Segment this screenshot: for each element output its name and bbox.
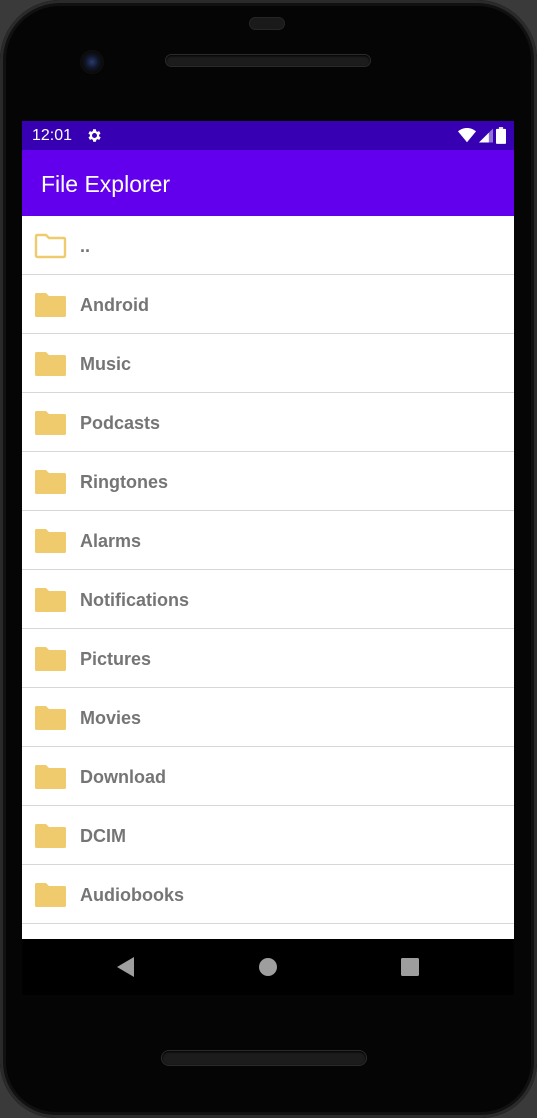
list-item[interactable]: Download — [22, 747, 514, 806]
folder-icon — [35, 352, 66, 376]
list-item-label: Download — [80, 767, 166, 787]
list-item-label: .. — [80, 236, 91, 256]
navigation-bar — [22, 939, 514, 995]
list-item[interactable]: Movies — [22, 688, 514, 747]
list-item[interactable]: Podcasts — [22, 393, 514, 452]
status-time: 12:01 — [32, 127, 73, 144]
folder-icon — [35, 824, 66, 848]
list-item[interactable]: Notifications — [22, 570, 514, 629]
list-item-label: Podcasts — [80, 413, 161, 433]
phone-device-frame: 12:01 File Explorer .. Android Music Pod… — [0, 0, 537, 1118]
list-item[interactable]: Pictures — [22, 629, 514, 688]
wifi-icon — [458, 128, 476, 143]
list-item[interactable]: Alarms — [22, 511, 514, 570]
cell-signal-icon — [479, 128, 493, 143]
list-item-label: Music — [80, 354, 132, 374]
battery-icon — [496, 127, 506, 144]
list-item[interactable]: Audiobooks — [22, 865, 514, 924]
list-item-label: Ringtones — [80, 472, 168, 492]
file-list[interactable]: .. Android Music Podcasts Ringtones Alar… — [22, 216, 514, 939]
list-item-label: Pictures — [80, 649, 152, 669]
list-item-label: Android — [80, 295, 149, 315]
settings-gear-icon — [88, 129, 101, 142]
folder-icon — [35, 647, 66, 671]
folder-icon — [35, 588, 66, 612]
list-item[interactable] — [22, 924, 514, 939]
front-camera-icon — [80, 50, 104, 74]
list-item-label: Alarms — [80, 531, 142, 551]
bottom-speaker — [162, 1051, 366, 1065]
list-item-label: Movies — [80, 708, 142, 728]
folder-icon — [35, 883, 66, 907]
app-bar: File Explorer — [22, 150, 514, 216]
folder-icon — [35, 706, 66, 730]
list-item[interactable]: Android — [22, 275, 514, 334]
status-bar: 12:01 — [22, 121, 514, 150]
app-screen: 12:01 File Explorer .. Android Music Pod… — [22, 121, 514, 939]
list-item[interactable]: Music — [22, 334, 514, 393]
recents-icon[interactable] — [399, 956, 421, 978]
folder-outline-icon — [34, 233, 67, 259]
home-icon[interactable] — [257, 956, 279, 978]
folder-icon — [35, 293, 66, 317]
list-item-parent-directory[interactable]: .. — [22, 216, 514, 275]
status-icons — [458, 127, 506, 144]
list-item-label: Notifications — [80, 590, 190, 610]
proximity-sensor — [250, 18, 284, 29]
list-item-label: DCIM — [80, 826, 126, 846]
folder-icon — [35, 470, 66, 494]
list-item[interactable]: Ringtones — [22, 452, 514, 511]
app-title: File Explorer — [41, 171, 171, 197]
earpiece-speaker — [166, 55, 370, 66]
folder-icon — [35, 765, 66, 789]
folder-icon — [35, 529, 66, 553]
list-item-label: Audiobooks — [80, 885, 184, 905]
folder-icon — [35, 411, 66, 435]
back-icon[interactable] — [114, 956, 136, 978]
list-item[interactable]: DCIM — [22, 806, 514, 865]
